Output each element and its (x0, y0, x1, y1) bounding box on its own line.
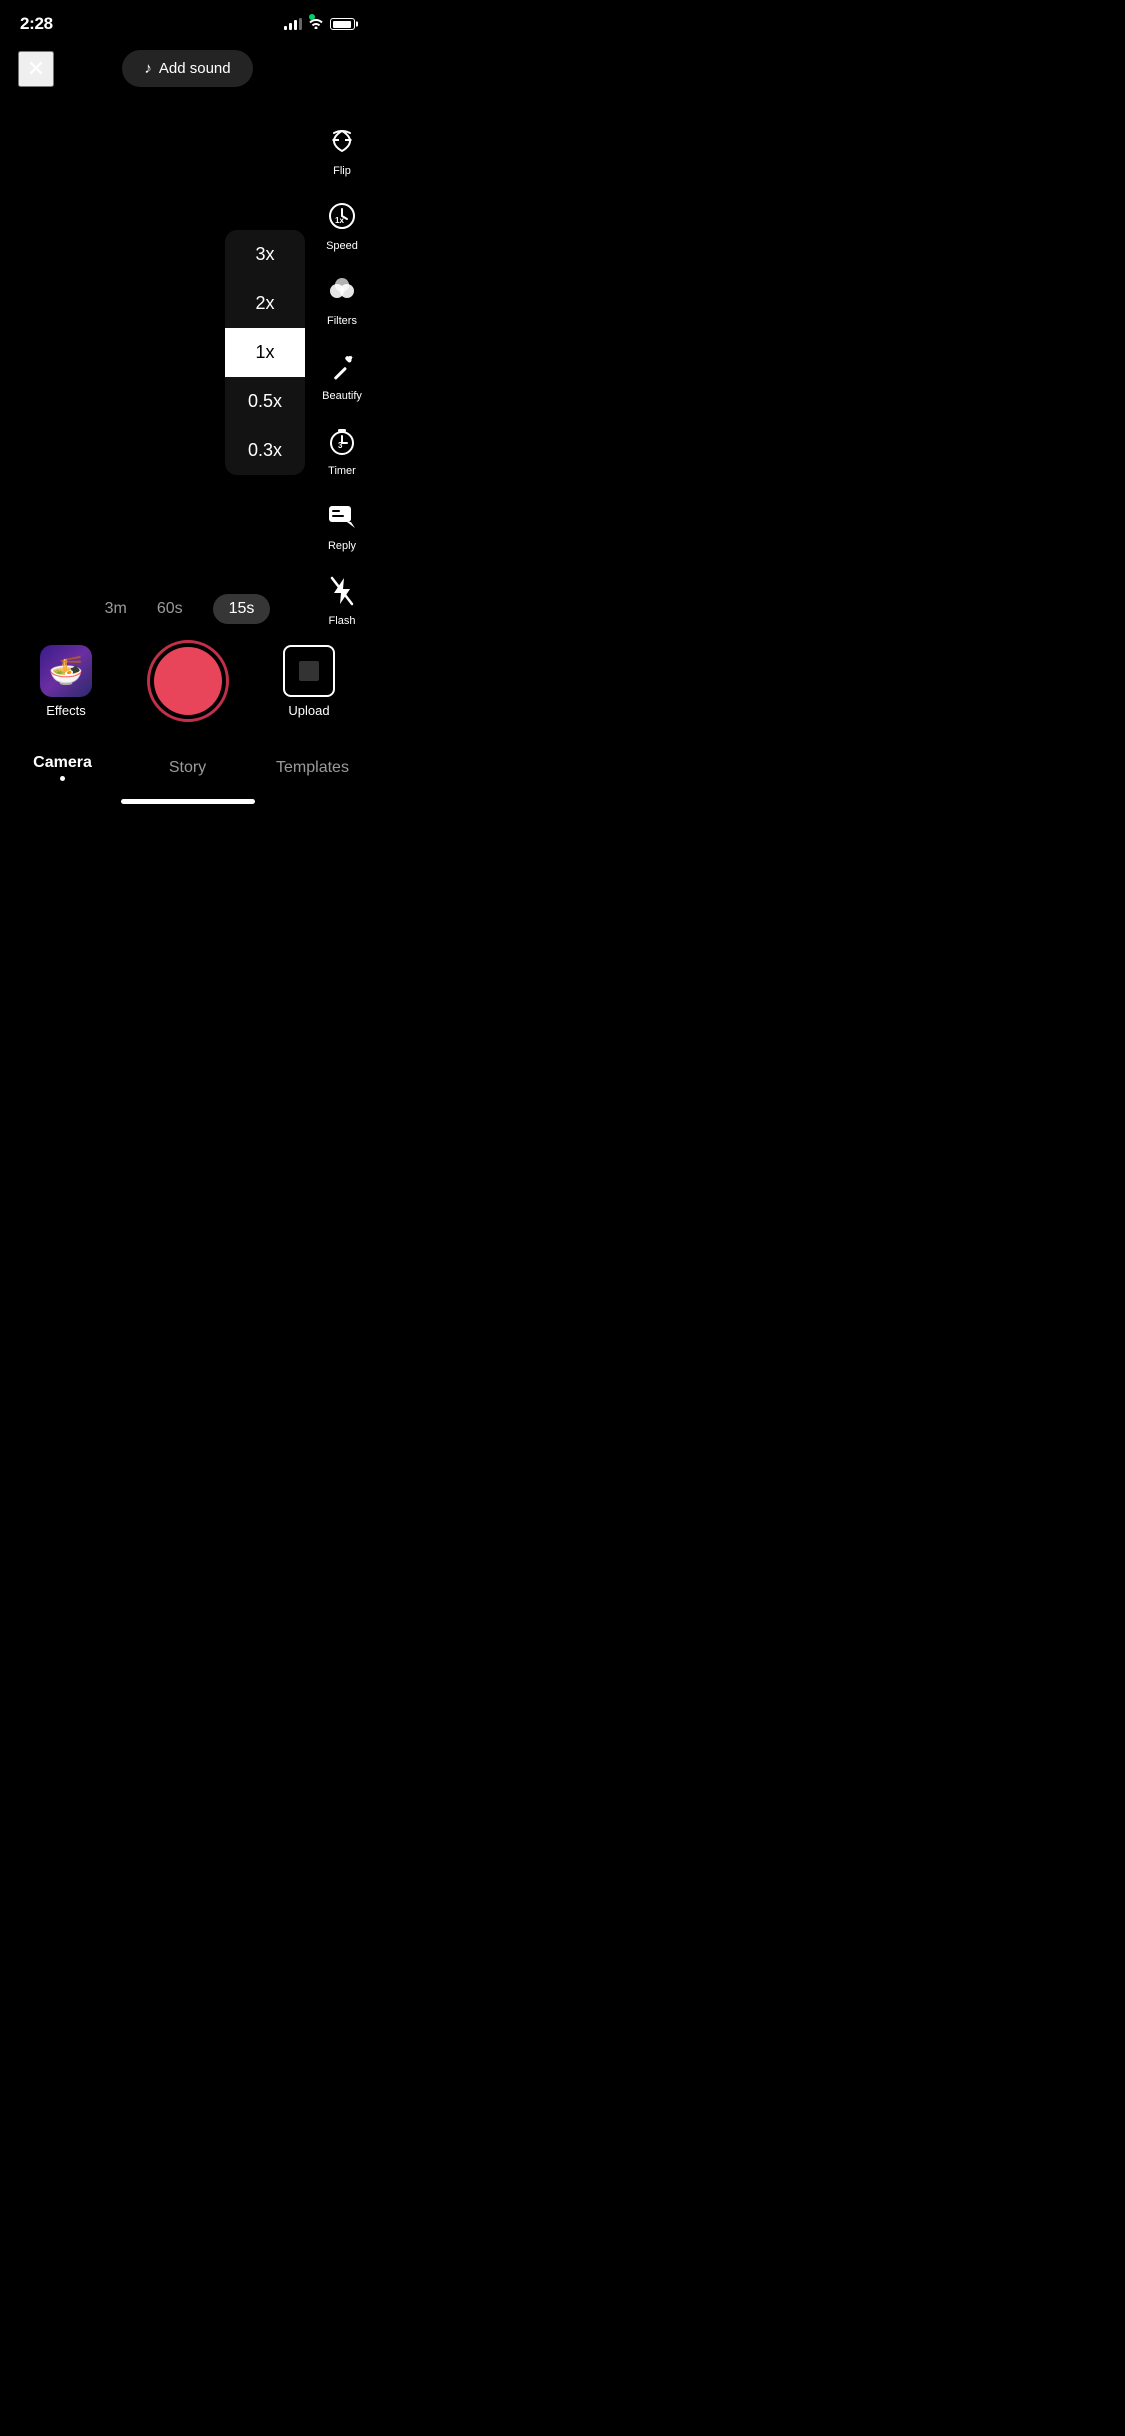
tab-camera[interactable]: Camera (0, 754, 125, 785)
svg-text:+: + (350, 355, 353, 361)
svg-text:1x: 1x (335, 216, 344, 225)
timer-control[interactable]: 3 Timer (321, 420, 363, 477)
speed-option-0-5x[interactable]: 0.5x (225, 377, 305, 426)
flash-icon (321, 570, 363, 612)
svg-text:3: 3 (338, 441, 343, 450)
upload-icon (283, 645, 335, 697)
reply-control[interactable]: Reply (321, 495, 363, 552)
camera-controls-row: 🍜 Effects Upload (0, 640, 375, 722)
status-time: 2:28 (20, 14, 53, 34)
tab-active-dot (60, 776, 65, 781)
flash-label: Flash (329, 615, 356, 627)
home-indicator (121, 799, 255, 804)
close-button[interactable]: ✕ (18, 51, 54, 87)
reply-label: Reply (328, 540, 356, 552)
duration-3m[interactable]: 3m (105, 600, 127, 618)
record-button-inner (154, 647, 222, 715)
music-note-icon: ♪ (144, 60, 152, 77)
upload-square (299, 661, 319, 681)
filters-control[interactable]: Filters (321, 270, 363, 327)
duration-bar: 3m 60s 15s (0, 584, 375, 640)
green-dot (309, 14, 315, 20)
status-icons (284, 17, 355, 32)
battery-icon (330, 18, 355, 30)
flip-label: Flip (333, 165, 351, 177)
speed-icon: 1x (321, 195, 363, 237)
timer-label: Timer (328, 465, 356, 477)
beautify-icon: ✦ + (321, 345, 363, 387)
speed-control[interactable]: 1x Speed (321, 195, 363, 252)
flash-control[interactable]: Flash (321, 570, 363, 627)
status-bar: 2:28 (0, 0, 375, 40)
speed-option-0-3x[interactable]: 0.3x (225, 426, 305, 475)
speed-option-2x[interactable]: 2x (225, 279, 305, 328)
reply-icon (321, 495, 363, 537)
beautify-control[interactable]: ✦ + Beautify (321, 345, 363, 402)
duration-60s[interactable]: 60s (157, 600, 183, 618)
duration-15s[interactable]: 15s (213, 594, 271, 624)
effects-label: Effects (46, 703, 86, 718)
speed-option-3x[interactable]: 3x (225, 230, 305, 279)
bottom-area: 3m 60s 15s 🍜 Effects Upload Camera (0, 584, 375, 812)
filters-icon (321, 270, 363, 312)
add-sound-button[interactable]: ♪ Add sound (122, 50, 252, 87)
tab-bar: Camera Story Templates (0, 742, 375, 793)
speed-popup: 3x 2x 1x 0.5x 0.3x (225, 230, 305, 475)
record-button[interactable] (147, 640, 229, 722)
flip-control[interactable]: Flip (321, 120, 363, 177)
close-icon: ✕ (27, 56, 45, 82)
right-controls: Flip 1x Speed Filters (321, 120, 363, 627)
beautify-label: Beautify (322, 390, 362, 402)
signal-icon (284, 18, 302, 30)
timer-icon: 3 (321, 420, 363, 462)
flip-icon (321, 120, 363, 162)
upload-button[interactable]: Upload (283, 645, 335, 718)
tab-templates[interactable]: Templates (250, 759, 375, 781)
add-sound-label: Add sound (159, 60, 231, 77)
top-bar: ✕ ♪ Add sound (0, 40, 375, 97)
upload-label: Upload (288, 703, 329, 718)
effects-button[interactable]: 🍜 Effects (40, 645, 92, 718)
speed-label: Speed (326, 240, 358, 252)
tab-story[interactable]: Story (125, 759, 250, 781)
filters-label: Filters (327, 315, 357, 327)
speed-option-1x[interactable]: 1x (225, 328, 305, 377)
effects-thumbnail: 🍜 (40, 645, 92, 697)
